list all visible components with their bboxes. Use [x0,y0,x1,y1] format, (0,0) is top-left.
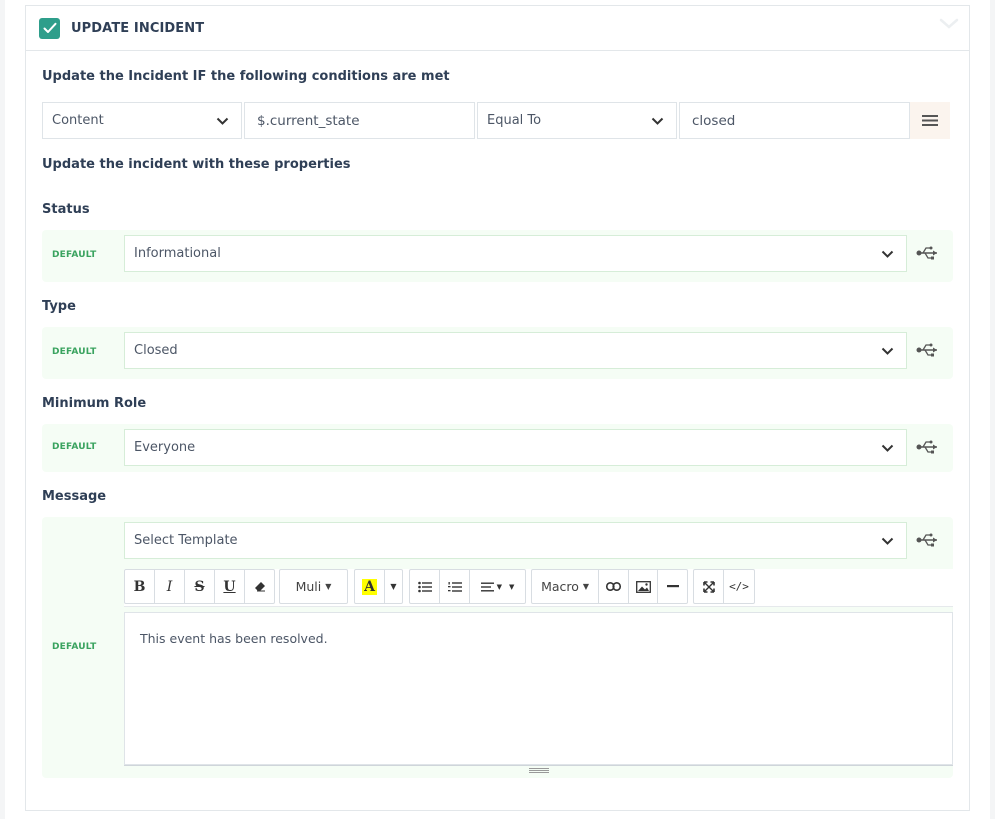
font-family-value: Muli [295,579,322,594]
chevron-down-icon [881,250,894,258]
list-button-group: ▼ ▼ [409,569,526,604]
eraser-button[interactable] [245,570,274,603]
expand-icon [702,580,715,593]
min-role-value: Everyone [134,440,196,455]
usb-icon[interactable] [916,440,940,454]
view-button-group: </> [693,569,755,604]
strikethrough-button[interactable]: S [185,570,215,603]
caret-down-icon: ▼ [496,582,502,591]
bullet-list-icon [417,581,432,592]
usb-icon[interactable] [916,533,940,547]
horizontal-rule-button[interactable] [658,570,687,603]
eraser-icon [254,582,265,592]
card-header[interactable]: UPDATE INCIDENT [26,6,969,51]
image-icon [635,580,651,593]
status-value: Informational [134,246,221,261]
align-dropdown-button[interactable]: ▼ ▼ [470,570,525,603]
caret-down-icon: ▼ [325,582,332,591]
type-label: Type [42,299,76,314]
bullet-list-button[interactable] [410,570,440,603]
macro-label: Macro [541,579,579,594]
enabled-checkbox[interactable] [39,17,60,39]
type-value: Closed [134,343,178,358]
editor-resize-handle[interactable] [124,765,953,774]
condition-operator-value: Equal To [487,113,542,128]
chevron-down-icon [881,444,894,452]
chevron-down-icon [651,117,664,125]
highlight-letter: A [362,578,377,595]
update-incident-card: UPDATE INCIDENT Update the Incident IF t… [25,5,970,811]
message-label: Message [42,489,107,504]
status-default-tag: DEFAULT [52,250,97,260]
color-dropdown-button[interactable]: ▼ [385,570,402,603]
macro-dropdown[interactable]: Macro ▼ [532,570,600,603]
message-default-tag: DEFAULT [52,642,97,652]
min-role-select[interactable]: Everyone [124,429,907,466]
insert-button-group: Macro ▼ [531,569,688,604]
status-label: Status [42,202,90,217]
template-value: Select Template [134,533,238,548]
code-view-button[interactable]: </> [724,570,754,603]
card-title: UPDATE INCIDENT [71,20,205,36]
chevron-down-icon [881,347,894,355]
status-select[interactable]: Informational [124,235,907,272]
grip-icon [529,768,549,773]
align-left-icon [480,582,494,591]
usb-icon[interactable] [916,246,940,260]
format-button-group: B I S U [124,569,275,604]
insert-link-button[interactable] [599,570,629,603]
check-icon [43,22,56,33]
horizontal-rule-icon [666,585,679,588]
conditions-heading: Update the Incident IF the following con… [42,69,450,84]
min-role-label: Minimum Role [42,396,147,411]
font-button-group: Muli ▼ [279,569,348,604]
editor-toolbar: B I S U Muli ▼ A ▼ ▼ ▼ Macro ▼ </> [124,569,953,607]
message-body: This event has been resolved. [140,631,328,646]
properties-heading: Update the incident with these propertie… [42,157,351,172]
min-role-default-tag: DEFAULT [52,442,97,452]
condition-path-input[interactable]: $.current_state [244,102,475,139]
condition-field-value: Content [52,113,104,128]
template-select[interactable]: Select Template [124,522,907,559]
font-family-dropdown[interactable]: Muli ▼ [280,570,347,603]
italic-button[interactable]: I [155,570,185,603]
color-button-group: A ▼ [354,569,403,604]
bold-button[interactable]: B [125,570,155,603]
usb-icon[interactable] [916,343,940,357]
collapse-chevron-icon[interactable] [939,18,959,30]
chevron-down-icon [216,117,229,125]
insert-image-button[interactable] [629,570,659,603]
underline-button[interactable]: U [215,570,245,603]
caret-down-icon: ▼ [509,582,515,591]
condition-value-input[interactable]: closed [679,102,910,139]
caret-down-icon: ▼ [582,582,590,591]
message-editor[interactable]: This event has been resolved. [124,612,953,765]
link-icon [605,582,621,591]
hamburger-icon [922,115,938,126]
type-select[interactable]: Closed [124,332,907,369]
condition-value-text: closed [692,112,736,129]
type-default-tag: DEFAULT [52,347,97,357]
fullscreen-button[interactable] [694,570,724,603]
condition-field-select[interactable]: Content [42,102,242,139]
condition-operator-select[interactable]: Equal To [477,102,677,139]
condition-path-value: $.current_state [257,112,360,129]
condition-menu-button[interactable] [910,102,950,139]
numbered-list-button[interactable] [440,570,470,603]
highlight-color-button[interactable]: A [355,570,385,603]
numbered-list-icon [447,581,462,592]
caret-down-icon: ▼ [390,582,397,591]
chevron-down-icon [881,537,894,545]
